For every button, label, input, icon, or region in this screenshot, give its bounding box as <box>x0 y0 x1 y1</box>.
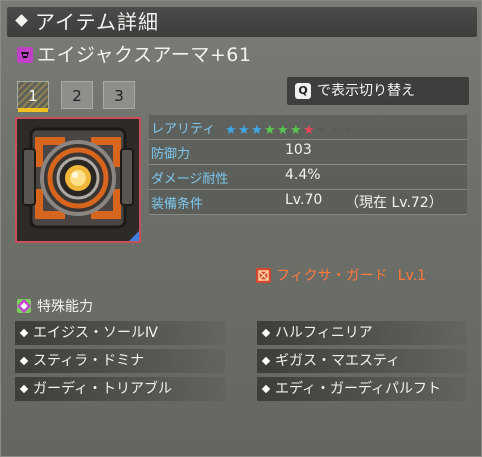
fixa-name: フィクサ・ガード <box>276 268 388 284</box>
bullet-icon <box>261 356 271 366</box>
rarity-star-icon: ★ <box>290 123 302 138</box>
requirement-current: （現在 Lv.72） <box>345 195 443 211</box>
requirement-value: Lv.70 <box>285 192 323 208</box>
ability-item: ハルフィニリア <box>257 321 467 345</box>
tab-label: 2 <box>72 87 82 105</box>
rarity-row: レアリティ ★★★★★★★★★★ <box>149 115 467 140</box>
ability-name: エディ・ガーディパルフト <box>275 381 442 397</box>
ability-name: エイジス・ソールⅣ <box>33 325 158 341</box>
ability-name: ガーディ・トリアブル <box>33 381 173 397</box>
bullet-icon <box>19 328 29 338</box>
armor-type-icon <box>17 47 33 63</box>
tab-active-indicator <box>18 108 48 112</box>
q-key-icon: Q <box>295 83 311 99</box>
tab-2[interactable]: 2 <box>61 81 93 109</box>
rarity-star-icon: ★ <box>303 123 315 138</box>
fixa-line: フィクサ・ガード Lv.1 <box>276 265 426 285</box>
item-thumbnail <box>15 117 141 243</box>
rarity-star-icon: ★ <box>251 123 263 138</box>
header-diamond-icon <box>15 14 28 27</box>
damage-resistance-value: 4.4% <box>285 167 321 183</box>
display-toggle-hint[interactable]: Q で表示切り替え <box>287 77 469 105</box>
rarity-star-icon: ★ <box>277 123 289 138</box>
toggle-label: で表示切り替え <box>317 83 415 99</box>
requirement-label: 装備条件 <box>151 197 204 212</box>
stats-table: レアリティ ★★★★★★★★★★ 防御力 103 ダメージ耐性 4.4% 装備条… <box>149 115 467 215</box>
tab-label: 1 <box>28 87 38 105</box>
item-detail-panel: アイテム詳細 エイジャクスアーマ+61 1 2 3 Q で表示切り替え レアリテ… <box>0 0 482 457</box>
fixa-level: Lv.1 <box>397 268 427 284</box>
ability-item: エイジス・ソールⅣ <box>15 321 225 345</box>
ability-item: ガーディ・トリアブル <box>15 377 225 401</box>
rarity-star-icon: ★ <box>316 123 328 138</box>
item-name: エイジャクスアーマ+61 <box>37 44 252 66</box>
special-ability-label: 特殊能力 <box>37 299 93 315</box>
rarity-stars: ★★★★★★★★★★ <box>225 119 355 138</box>
ability-name: ハルフィニリア <box>275 325 373 341</box>
damage-resistance-row: ダメージ耐性 4.4% <box>149 165 467 190</box>
defense-row: 防御力 103 <box>149 140 467 165</box>
defense-label: 防御力 <box>151 147 191 162</box>
ability-item: エディ・ガーディパルフト <box>257 377 467 401</box>
ability-name: ギガス・マエスティ <box>275 353 401 369</box>
rarity-star-icon: ★ <box>264 123 276 138</box>
thumbnail-corner-marker <box>129 231 139 241</box>
damage-resistance-label: ダメージ耐性 <box>151 172 229 187</box>
panel-title: アイテム詳細 <box>35 10 159 34</box>
rarity-star-icon: ★ <box>329 123 341 138</box>
fixa-icon <box>256 268 271 283</box>
tab-label: 3 <box>114 87 124 105</box>
ability-item: スティラ・ドミナ <box>15 349 225 373</box>
ability-item: ギガス・マエスティ <box>257 349 467 373</box>
bullet-icon <box>19 384 29 394</box>
bullet-icon <box>261 328 271 338</box>
bullet-icon <box>261 384 271 394</box>
panel-header: アイテム詳細 <box>7 7 477 37</box>
defense-value: 103 <box>285 142 312 158</box>
requirement-row: 装備条件 Lv.70 （現在 Lv.72） <box>149 190 467 215</box>
ability-name: スティラ・ドミナ <box>33 353 145 369</box>
rarity-star-icon: ★ <box>238 123 250 138</box>
rarity-label: レアリティ <box>151 122 216 137</box>
special-ability-icon <box>17 299 31 313</box>
tab-1[interactable]: 1 <box>17 81 49 112</box>
rarity-star-icon: ★ <box>342 123 354 138</box>
armor-emblem-icon <box>17 119 139 241</box>
bullet-icon <box>19 356 29 366</box>
tab-3[interactable]: 3 <box>103 81 135 109</box>
rarity-star-icon: ★ <box>225 123 237 138</box>
